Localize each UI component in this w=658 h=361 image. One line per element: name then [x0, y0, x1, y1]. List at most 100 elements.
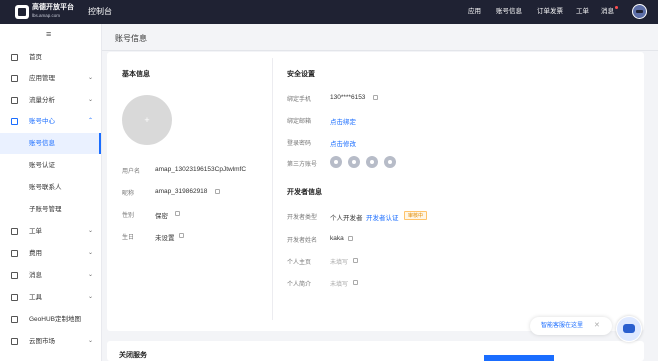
- sidebar-item-tools[interactable]: 工具 ⌄: [0, 287, 101, 308]
- edit-icon[interactable]: [175, 211, 180, 216]
- subitem-label: 账号联系人: [29, 184, 62, 191]
- close-service-button[interactable]: [484, 355, 554, 361]
- avatar-upload[interactable]: [122, 95, 172, 145]
- security-title: 安全设置: [287, 71, 315, 78]
- chevron-up-icon: ⌃: [88, 118, 94, 124]
- phone-value: 130****6153: [330, 94, 366, 101]
- app-grid-icon: [11, 75, 18, 82]
- subitem-sub-accounts[interactable]: 子账号管理: [0, 199, 101, 220]
- topnav-account-info[interactable]: 账号信息: [496, 5, 522, 19]
- layers-icon: [11, 316, 18, 323]
- developer-type-value: 个人开发者: [330, 215, 363, 222]
- phone-label: 绑定手机: [287, 97, 312, 103]
- page-title: 账号信息: [115, 34, 147, 43]
- sidebar-item-home[interactable]: 首页: [0, 47, 101, 68]
- birthday-label: 生日: [122, 235, 135, 241]
- change-password-link[interactable]: 点击修改: [330, 138, 356, 148]
- taobao-icon[interactable]: [330, 156, 342, 168]
- home-icon: [11, 54, 18, 61]
- sidebar-item-traffic-analysis[interactable]: 流量分析 ⌄: [0, 90, 101, 111]
- sidebar-item-billing[interactable]: 费用 ⌄: [0, 243, 101, 264]
- chevron-down-icon: ⌄: [88, 75, 94, 81]
- edit-icon[interactable]: [179, 233, 184, 238]
- topnav-messages[interactable]: 消息: [601, 5, 614, 19]
- edit-icon[interactable]: [373, 95, 378, 100]
- console-title[interactable]: 控制台: [88, 5, 112, 19]
- nickname-value: amap_319862918: [155, 188, 208, 195]
- sidebar-item-label: 消息: [29, 272, 42, 279]
- chevron-down-icon: ⌄: [88, 228, 94, 234]
- homepage-value: 未填写: [330, 260, 349, 266]
- close-service-card: [107, 341, 644, 361]
- topnav-tickets[interactable]: 工单: [576, 5, 589, 19]
- sidebar-item-cloud-market[interactable]: 云图市场 ⌄: [0, 331, 101, 352]
- password-label: 登录密码: [287, 141, 312, 147]
- topnav-apps[interactable]: 应用: [468, 5, 481, 19]
- weibo-icon[interactable]: [384, 156, 396, 168]
- brand-domain: lbs.amap.com: [32, 13, 61, 18]
- qq-icon[interactable]: [366, 156, 378, 168]
- subitem-account-contacts[interactable]: 账号联系人: [0, 177, 101, 198]
- message-icon: [11, 272, 18, 279]
- column-divider: [272, 58, 273, 320]
- birthday-value: 未设置: [155, 235, 175, 242]
- sidebar-item-label: GeoHUB定制地图: [29, 316, 82, 323]
- support-robot-icon[interactable]: [616, 316, 642, 342]
- wrench-icon: [11, 294, 18, 301]
- brand-name[interactable]: 高德开放平台: [32, 4, 74, 12]
- developer-name-label: 开发者姓名: [287, 238, 318, 244]
- user-icon: [11, 118, 18, 125]
- sidebar-item-account-center[interactable]: 账号中心 ⌃: [0, 111, 101, 132]
- alipay-icon[interactable]: [348, 156, 360, 168]
- billing-icon: [11, 250, 18, 257]
- sidebar-item-label: 费用: [29, 250, 42, 257]
- chevron-down-icon: ⌄: [88, 272, 94, 278]
- sidebar-item-app-management[interactable]: 应用管理 ⌄: [0, 68, 101, 89]
- edit-icon[interactable]: [215, 189, 220, 194]
- username-value: amap_13023196153CpJtwlmfC: [155, 166, 247, 173]
- bind-email-link[interactable]: 点击绑定: [330, 116, 356, 126]
- subitem-label: 账号认证: [29, 162, 55, 169]
- intro-value: 未填写: [330, 282, 349, 288]
- username-label: 用户名: [122, 169, 141, 175]
- cloud-icon: [11, 338, 18, 345]
- sidebar-item-tickets[interactable]: 工单 ⌄: [0, 221, 101, 242]
- menu-collapse-icon[interactable]: ≡: [46, 30, 54, 39]
- chevron-down-icon: ⌄: [88, 294, 94, 300]
- email-label: 绑定邮箱: [287, 119, 312, 125]
- thirdparty-label: 第三方账号: [287, 162, 318, 168]
- gender-value: 保密: [155, 213, 168, 220]
- developer-auth-link[interactable]: 开发者认证: [366, 212, 399, 222]
- gender-label: 性别: [122, 213, 135, 219]
- subitem-account-info[interactable]: 账号信息: [0, 133, 101, 154]
- sidebar-item-label: 云图市场: [29, 338, 55, 345]
- developer-info-title: 开发者信息: [287, 189, 322, 196]
- status-badge: 审核中: [404, 211, 428, 220]
- edit-icon[interactable]: [353, 280, 358, 285]
- close-service-title: 关闭服务: [119, 352, 147, 359]
- sidebar-item-label: 首页: [29, 54, 42, 61]
- sidebar-item-label: 应用管理: [29, 75, 55, 82]
- homepage-label: 个人主页: [287, 260, 312, 266]
- ticket-icon: [11, 228, 18, 235]
- sidebar-item-label: 流量分析: [29, 97, 55, 104]
- nickname-label: 昵称: [122, 191, 135, 197]
- chevron-down-icon: ⌄: [88, 338, 94, 344]
- title-divider: [102, 50, 658, 51]
- edit-icon[interactable]: [353, 258, 358, 263]
- sidebar-item-geohub[interactable]: GeoHUB定制地图: [0, 309, 101, 330]
- subitem-account-auth[interactable]: 账号认证: [0, 155, 101, 176]
- sidebar-item-label: 账号中心: [29, 118, 55, 125]
- amap-logo-icon[interactable]: [15, 5, 29, 19]
- sidebar-item-label: 工单: [29, 228, 42, 235]
- edit-icon[interactable]: [348, 236, 353, 241]
- user-avatar[interactable]: [632, 4, 647, 19]
- unread-dot: [615, 6, 618, 9]
- subitem-label: 账号信息: [29, 140, 55, 147]
- support-text[interactable]: 智能客服在这里: [541, 321, 583, 331]
- close-icon[interactable]: ✕: [594, 321, 600, 331]
- sidebar-item-label: 工具: [29, 294, 42, 301]
- topnav-orders-invoices[interactable]: 订单发票: [537, 5, 563, 19]
- sidebar-item-messages[interactable]: 消息 ⌄: [0, 265, 101, 286]
- chevron-down-icon: ⌄: [88, 250, 94, 256]
